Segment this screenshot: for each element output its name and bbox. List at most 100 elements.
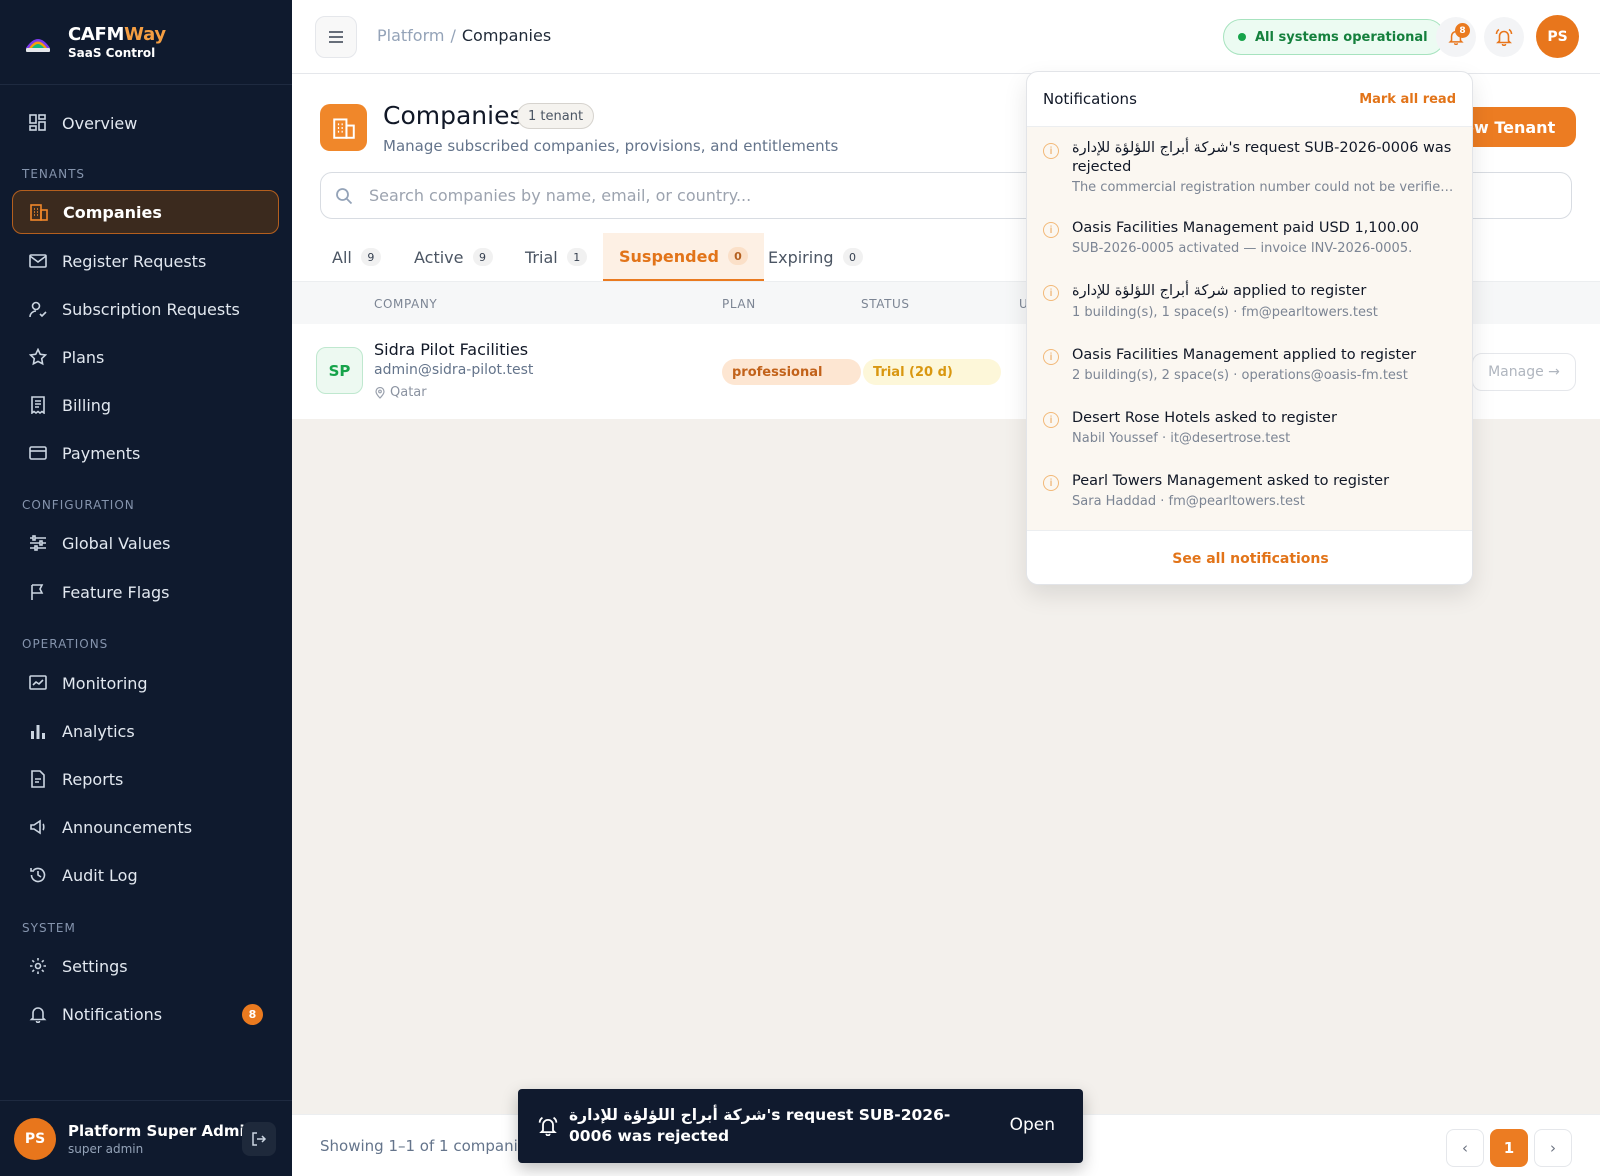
breadcrumb: Platform / Companies — [377, 26, 551, 45]
system-status-badge[interactable]: All systems operational — [1223, 19, 1445, 55]
tab-label: Trial — [525, 247, 558, 267]
mark-all-read-button[interactable]: Mark all read — [1359, 92, 1456, 107]
next-page-button[interactable]: › — [1534, 1129, 1572, 1167]
column-header-company[interactable]: COMPANY — [374, 297, 437, 311]
avatar[interactable]: PS — [14, 1117, 56, 1160]
see-all-notifications-link[interactable]: See all notifications — [1027, 530, 1472, 584]
hamburger-icon — [329, 31, 343, 43]
tab-count: 9 — [472, 248, 493, 266]
bell-ring-icon — [1495, 28, 1513, 46]
sidebar-item-payments[interactable]: Payments — [12, 431, 279, 475]
notification-item[interactable]: i Pearl Towers Management asked to regis… — [1027, 462, 1472, 525]
notification-item[interactable]: i Oasis Facilities Management paid USD 1… — [1027, 209, 1472, 272]
sidebar-item-subscription-requests[interactable]: Subscription Requests — [12, 287, 279, 331]
tab-active[interactable]: Active 9 — [398, 233, 509, 281]
sidebar-item-label: Global Values — [62, 533, 171, 553]
sidebar-item-monitoring[interactable]: Monitoring — [12, 661, 279, 705]
brand-name: CAFMWay — [68, 24, 166, 45]
tab-label: All — [332, 247, 352, 267]
user-avatar-button[interactable]: PS — [1536, 15, 1579, 58]
page-1-button[interactable]: 1 — [1490, 1129, 1528, 1167]
company-email: admin@sidra-pilot.test — [374, 362, 534, 378]
sidebar-item-label: Billing — [62, 395, 112, 415]
info-icon: i — [1043, 285, 1059, 301]
sidebar-item-analytics[interactable]: Analytics — [12, 709, 279, 753]
manage-button[interactable]: Manage → — [1472, 353, 1576, 391]
tab-count: 9 — [360, 248, 381, 266]
tab-suspended[interactable]: Suspended 0 — [603, 233, 764, 281]
tab-all[interactable]: All 9 — [316, 233, 397, 281]
notification-text: شركة أبراج اللؤلؤة للإدارة applied to re… — [1072, 283, 1367, 299]
logout-button[interactable] — [242, 1121, 276, 1156]
user-check-icon — [28, 299, 48, 319]
sidebar-item-label: Overview — [62, 113, 138, 133]
notification-text: Oasis Facilities Management applied to r… — [1072, 347, 1417, 363]
toast-open-button[interactable]: Open — [1010, 1115, 1055, 1135]
column-header-plan[interactable]: PLAN — [722, 297, 756, 311]
tab-count: 1 — [566, 248, 587, 266]
sidebar-item-notifications[interactable]: Notifications 8 — [12, 992, 279, 1036]
notification-item[interactable]: i شركة أبراج اللؤلؤة للإدارة's request S… — [1027, 127, 1472, 209]
sidebar-item-label: Settings — [62, 956, 128, 976]
info-icon: i — [1043, 349, 1059, 365]
sidebar-item-label: Register Requests — [62, 251, 207, 271]
pagination-summary: Showing 1–1 of 1 companies — [320, 1137, 535, 1155]
tab-expiring[interactable]: Expiring 0 — [752, 233, 879, 281]
sidebar-item-plans[interactable]: Plans — [12, 335, 279, 379]
history-icon — [28, 865, 48, 885]
sidebar-item-label: Monitoring — [62, 673, 148, 693]
notification-detail: Nabil Youssef · it@desertrose.test — [1072, 431, 1291, 446]
sliders-icon — [28, 533, 48, 553]
sidebar-item-settings[interactable]: Settings — [12, 944, 279, 988]
bell-count-badge: 8 — [1455, 23, 1470, 38]
sidebar-item-label: Analytics — [62, 721, 135, 741]
notifications-header: Notifications Mark all read — [1027, 72, 1472, 127]
company-avatar: SP — [316, 347, 363, 394]
sidebar-item-companies[interactable]: Companies — [12, 190, 279, 234]
sidebar-item-announcements[interactable]: Announcements — [12, 805, 279, 849]
tenant-count-badge: 1 tenant — [517, 103, 595, 129]
notification-text: Oasis Facilities Management paid USD 1,1… — [1072, 220, 1420, 236]
sidebar-item-register-requests[interactable]: Register Requests — [12, 239, 279, 283]
tab-trial[interactable]: Trial 1 — [509, 233, 603, 281]
logout-icon — [252, 1131, 267, 1146]
receipt-icon — [28, 395, 48, 415]
breadcrumb-root[interactable]: Platform — [377, 26, 444, 45]
notifications-bell-button[interactable]: 8 — [1436, 17, 1476, 57]
sidebar-item-overview[interactable]: Overview — [12, 101, 279, 145]
brand-logo-icon — [26, 39, 50, 52]
bell-icon — [28, 1004, 48, 1024]
section-configuration: CONFIGURATION — [22, 498, 135, 512]
info-icon: i — [1043, 475, 1059, 491]
sidebar-item-label: Plans — [62, 347, 105, 367]
topbar: Platform / Companies All systems operation… — [292, 0, 1600, 74]
tab-label: Suspended — [619, 246, 719, 266]
tab-count: 0 — [727, 247, 748, 265]
sidebar-item-global-values[interactable]: Global Values — [12, 521, 279, 565]
notification-item[interactable]: i Oasis Facilities Management applied to… — [1027, 336, 1472, 399]
sidebar-item-feature-flags[interactable]: Feature Flags — [12, 570, 279, 614]
user-name: Platform Super Admin — [68, 1121, 256, 1140]
sidebar-item-billing[interactable]: Billing — [12, 383, 279, 427]
brand-subtitle: SaaS Control — [68, 46, 156, 60]
column-header-status[interactable]: STATUS — [861, 297, 910, 311]
sidebar-item-reports[interactable]: Reports — [12, 757, 279, 801]
sidebar-item-audit-log[interactable]: Audit Log — [12, 853, 279, 897]
search-icon — [336, 187, 353, 204]
page-building-icon — [320, 104, 367, 151]
alerts-button[interactable] — [1484, 17, 1524, 57]
notification-text: Desert Rose Hotels asked to register — [1072, 410, 1337, 426]
mail-icon — [28, 251, 48, 271]
menu-toggle-button[interactable] — [315, 16, 357, 58]
prev-page-button[interactable]: ‹ — [1446, 1129, 1484, 1167]
sidebar-item-label: Companies — [63, 202, 162, 222]
notification-item[interactable]: i Desert Rose Hotels asked to register N… — [1027, 399, 1472, 462]
system-status-text: All systems operational — [1255, 29, 1428, 45]
notifications-title: Notifications — [1043, 90, 1137, 108]
company-name[interactable]: Sidra Pilot Facilities — [374, 340, 528, 359]
status-badge: Trial (20 d) — [863, 359, 1001, 385]
building-icon — [29, 202, 49, 222]
notification-item[interactable]: i شركة أبراج اللؤلؤة للإدارة applied to … — [1027, 272, 1472, 336]
brand[interactable]: CAFMWay SaaS Control — [0, 0, 292, 85]
tab-count: 0 — [842, 248, 863, 266]
